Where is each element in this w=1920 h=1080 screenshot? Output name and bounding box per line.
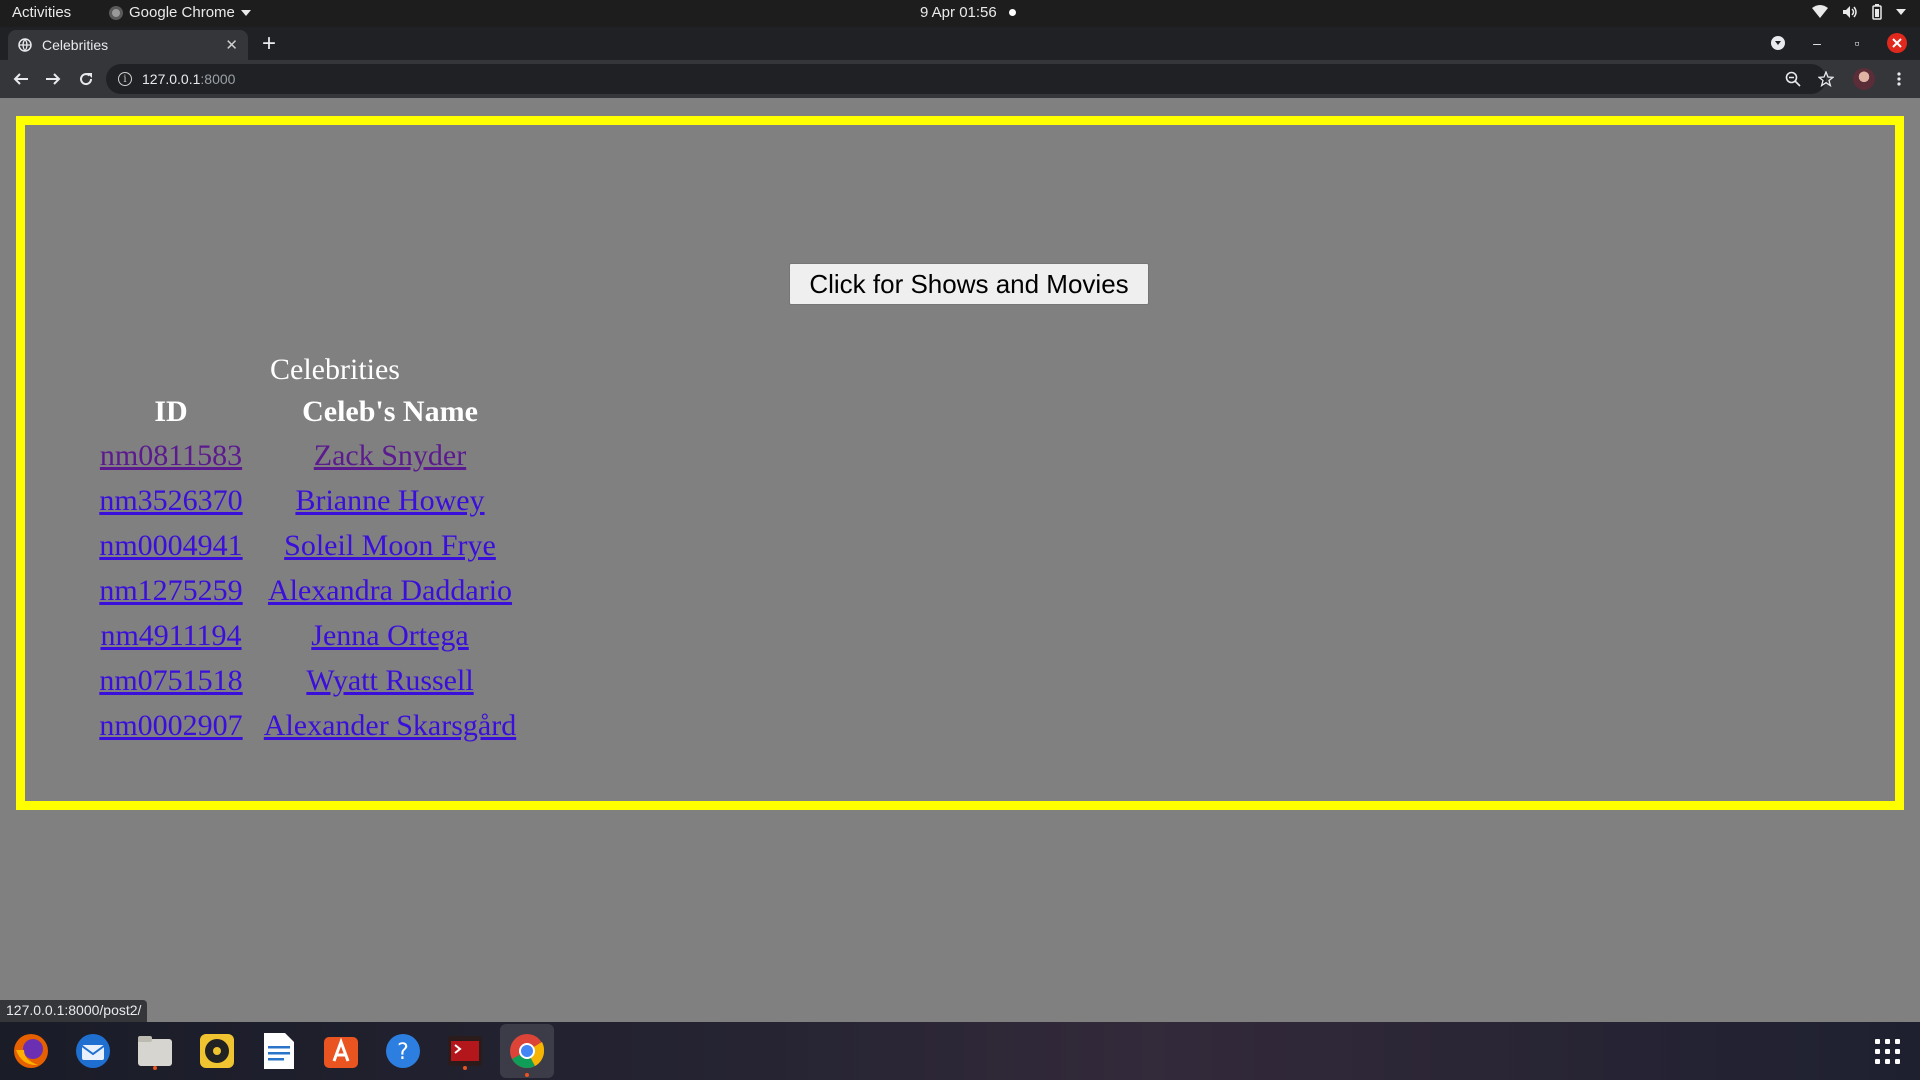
id-cell: nm4911194	[95, 614, 247, 657]
address-bar[interactable]: i 127.0.0.1:8000	[106, 64, 1826, 94]
celeb-name-link[interactable]: Jenna Ortega	[311, 619, 468, 652]
tab-title: Celebrities	[42, 37, 109, 53]
name-cell: Soleil Moon Frye	[255, 524, 525, 567]
firefox-icon[interactable]	[11, 1031, 51, 1071]
content-frame: Click for Shows and Movies Celebrities I…	[16, 116, 1904, 810]
app-menu-label: Google Chrome	[129, 4, 235, 21]
name-cell: Brianne Howey	[255, 479, 525, 522]
close-window-icon[interactable]	[1886, 32, 1908, 54]
id-cell: nm0811583	[95, 434, 247, 477]
chrome-icon[interactable]	[500, 1024, 554, 1078]
celebrities-table: ID Celeb's Name nm0811583 Zack Snyder nm…	[87, 389, 533, 749]
app-menu[interactable]: Google Chrome	[109, 4, 251, 21]
celeb-id-link[interactable]: nm0751518	[99, 664, 242, 697]
table-caption: Celebrities	[270, 353, 400, 386]
files-icon[interactable]	[135, 1031, 175, 1071]
tab-search-icon[interactable]	[1767, 32, 1789, 54]
table-row: nm0002907 Alexander Skarsgård	[95, 704, 525, 747]
new-tab-icon[interactable]: +	[262, 30, 276, 58]
celeb-id-link[interactable]: nm0004941	[99, 529, 242, 562]
system-tray[interactable]	[1812, 4, 1906, 20]
clock-label: 9 Apr 01:56	[920, 4, 997, 21]
column-header-id: ID	[154, 394, 188, 428]
reload-icon[interactable]	[75, 68, 97, 90]
globe-icon	[18, 38, 32, 52]
table-row: nm4911194 Jenna Ortega	[95, 614, 525, 657]
back-icon[interactable]	[10, 68, 32, 90]
link-status-bubble: 127.0.0.1:8000/post2/	[0, 1000, 148, 1022]
celeb-id-link[interactable]: nm0811583	[100, 439, 242, 472]
url-host: 127.0.0.1	[142, 71, 201, 87]
running-indicator	[525, 1073, 529, 1077]
site-info-icon[interactable]: i	[118, 72, 132, 86]
tab-close-icon[interactable]: ✕	[225, 36, 238, 54]
restore-icon[interactable]: ▫	[1846, 32, 1868, 54]
svg-text:?: ?	[397, 1040, 409, 1065]
notification-dot	[1008, 9, 1016, 16]
table-row: nm3526370 Brianne Howey	[95, 479, 525, 522]
show-applications-icon[interactable]	[1875, 1039, 1900, 1064]
activities-button[interactable]: Activities	[12, 4, 71, 21]
celeb-name-link[interactable]: Alexandra Daddario	[268, 574, 512, 607]
forward-icon[interactable]	[42, 68, 64, 90]
celeb-id-link[interactable]: nm1275259	[99, 574, 242, 607]
battery-icon	[1872, 4, 1882, 20]
rhythmbox-icon[interactable]	[197, 1031, 237, 1071]
help-icon[interactable]: ?	[383, 1031, 423, 1071]
tab-strip: Celebrities ✕ + – ▫	[0, 27, 1920, 60]
thunderbird-icon[interactable]	[73, 1031, 113, 1071]
name-cell: Jenna Ortega	[255, 614, 525, 657]
tab-celebrities[interactable]: Celebrities ✕	[8, 30, 248, 60]
celeb-name-link[interactable]: Brianne Howey	[295, 484, 484, 517]
terminal-icon[interactable]	[445, 1031, 485, 1071]
clock[interactable]: 9 Apr 01:56	[920, 4, 1016, 21]
id-cell: nm1275259	[95, 569, 247, 612]
profile-avatar[interactable]	[1853, 68, 1875, 90]
celeb-name-link[interactable]: Soleil Moon Frye	[284, 529, 496, 562]
shows-and-movies-button[interactable]: Click for Shows and Movies	[789, 263, 1149, 305]
caret-down-icon	[240, 9, 251, 16]
celeb-name-link[interactable]: Wyatt Russell	[306, 664, 473, 697]
id-cell: nm0002907	[95, 704, 247, 747]
bookmark-star-icon[interactable]	[1815, 68, 1837, 90]
celeb-name-link[interactable]: Zack Snyder	[314, 439, 466, 472]
dock: ?	[0, 1022, 1920, 1080]
celeb-id-link[interactable]: nm0002907	[99, 709, 242, 742]
id-cell: nm0004941	[95, 524, 247, 567]
zoom-icon[interactable]	[1782, 68, 1804, 90]
url-port: :8000	[200, 71, 236, 87]
system-menu-chevron-icon	[1896, 9, 1906, 15]
wifi-icon	[1812, 5, 1828, 18]
table-row: nm1275259 Alexandra Daddario	[95, 569, 525, 612]
table-header-row: ID Celeb's Name	[95, 391, 525, 432]
browser-toolbar: i 127.0.0.1:8000	[0, 60, 1920, 98]
table-row: nm0004941 Soleil Moon Frye	[95, 524, 525, 567]
software-icon[interactable]	[321, 1031, 361, 1071]
name-cell: Alexandra Daddario	[255, 569, 525, 612]
id-cell: nm0751518	[95, 659, 247, 702]
writer-icon[interactable]	[259, 1031, 299, 1071]
running-indicator	[463, 1066, 467, 1070]
column-header-name: Celeb's Name	[302, 394, 478, 428]
volume-icon	[1843, 6, 1857, 18]
chrome-app-icon	[109, 5, 123, 20]
system-top-bar: Activities Google Chrome 9 Apr 01:56	[0, 0, 1920, 27]
name-cell: Wyatt Russell	[255, 659, 525, 702]
chrome-menu-icon[interactable]	[1888, 68, 1910, 90]
celeb-name-link[interactable]: Alexander Skarsgård	[264, 709, 516, 742]
celeb-id-link[interactable]: nm4911194	[100, 619, 241, 652]
table-row: nm0751518 Wyatt Russell	[95, 659, 525, 702]
name-cell: Alexander Skarsgård	[255, 704, 525, 747]
table-row: nm0811583 Zack Snyder	[95, 434, 525, 477]
minimize-icon[interactable]: –	[1806, 32, 1828, 54]
id-cell: nm3526370	[95, 479, 247, 522]
running-indicator	[153, 1066, 157, 1070]
name-cell: Zack Snyder	[255, 434, 525, 477]
celeb-id-link[interactable]: nm3526370	[99, 484, 242, 517]
